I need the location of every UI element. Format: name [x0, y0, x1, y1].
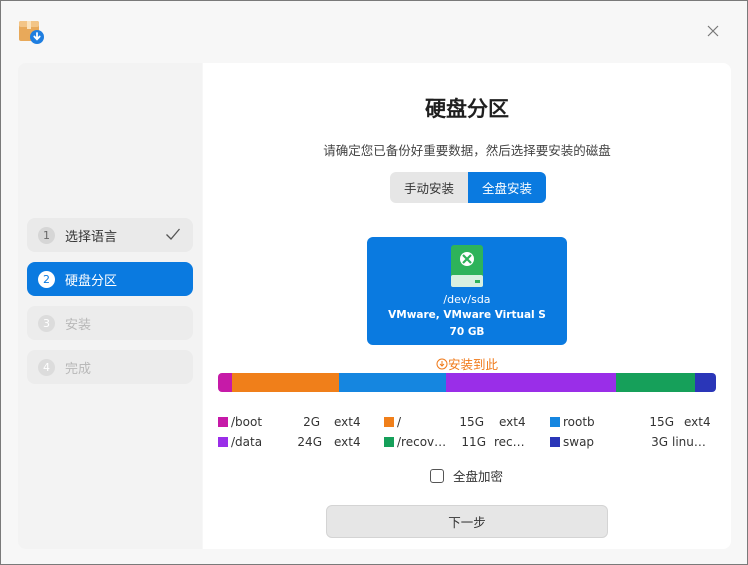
installer-package-icon — [19, 21, 44, 44]
step-label: 硬盘分区 — [65, 273, 118, 289]
encrypt-checkbox[interactable] — [430, 468, 444, 483]
step-label: 完成 — [65, 361, 92, 377]
legend-item: /data — [218, 433, 262, 451]
partition-name: /recov… — [397, 435, 447, 449]
encrypt-label: 全盘加密 — [453, 469, 504, 484]
partition-name: /boot — [231, 415, 263, 429]
partition-size: 11G — [461, 435, 486, 449]
legend-row: /boot 2G ext4 / 15G ext4 rootb 15G ext4 — [218, 413, 718, 431]
partition-segment — [338, 373, 446, 392]
legend-swatch — [218, 437, 228, 447]
partition-fs: linu… — [672, 435, 706, 449]
partition-size: 15G — [649, 415, 674, 429]
disk-card-sda[interactable]: /dev/sda VMware, VMware Virtual S 70 GB — [367, 237, 567, 345]
partition-bar — [218, 373, 716, 392]
step-label: 安装 — [65, 317, 92, 333]
legend-row: /data 24G ext4 /recov… 11G rec… swap 3G … — [218, 433, 718, 451]
partition-fs: rec… — [494, 435, 525, 449]
legend-swatch — [550, 417, 560, 427]
partition-size: 2G — [303, 415, 320, 429]
title-bar — [1, 1, 747, 61]
step-sidebar: 1 选择语言 2 硬盘分区 3 安装 4 完成 — [18, 63, 202, 549]
partition-name: / — [397, 415, 402, 429]
partition-name: rootb — [563, 415, 595, 429]
install-mode-switch: 手动安装 全盘安装 — [390, 172, 546, 203]
step-select-language[interactable]: 1 选择语言 — [27, 218, 193, 252]
checkmark-icon — [166, 228, 180, 240]
step-number: 3 — [38, 314, 55, 332]
partition-segment — [218, 373, 233, 392]
full-disk-install-tab[interactable]: 全盘安装 — [468, 172, 546, 203]
disk-size: 70 GB — [449, 326, 485, 338]
legend-item: /recov… — [384, 433, 446, 451]
step-disk-partition[interactable]: 2 硬盘分区 — [27, 262, 193, 296]
step-install: 3 安装 — [27, 306, 193, 340]
close-icon — [707, 25, 719, 37]
partition-size: 24G — [297, 435, 322, 449]
partition-segment — [232, 373, 339, 392]
step-label: 选择语言 — [65, 229, 118, 245]
install-here-text: 安装到此 — [447, 357, 498, 372]
partition-segment — [694, 373, 716, 392]
close-button[interactable] — [703, 21, 723, 41]
step-finish: 4 完成 — [27, 350, 193, 384]
legend-swatch — [550, 437, 560, 447]
legend-item: /boot — [218, 413, 262, 431]
partition-fs: ext4 — [334, 435, 361, 449]
step-number: 2 — [38, 270, 55, 288]
hard-disk-icon — [451, 245, 483, 287]
legend-item: rootb — [550, 413, 595, 431]
partition-size: 3G — [651, 435, 668, 449]
install-arrow-icon — [436, 358, 448, 370]
next-step-button[interactable]: 下一步 — [326, 505, 608, 538]
legend-swatch — [384, 437, 394, 447]
legend-swatch — [384, 417, 394, 427]
partition-name: swap — [563, 435, 595, 449]
partition-fs: ext4 — [684, 415, 711, 429]
installer-window: 1 选择语言 2 硬盘分区 3 安装 4 完成 硬盘分区 请确定您已备份好重要数… — [0, 0, 748, 565]
full-disk-encryption: 全盘加密 — [430, 466, 503, 485]
legend-item: swap — [550, 433, 594, 451]
partition-name: /data — [231, 435, 263, 449]
legend-swatch — [218, 417, 228, 427]
partition-segment — [616, 373, 695, 392]
step-number: 1 — [38, 226, 55, 244]
partition-panel: 硬盘分区 请确定您已备份好重要数据，然后选择要安装的磁盘 手动安装 全盘安装 /… — [203, 63, 731, 549]
page-title: 硬盘分区 — [425, 97, 509, 121]
page-subtitle: 请确定您已备份好重要数据，然后选择要安装的磁盘 — [323, 143, 611, 158]
legend-item: / — [384, 413, 401, 431]
partition-fs: ext4 — [334, 415, 361, 429]
partition-segment — [445, 373, 617, 392]
disk-path: /dev/sda — [443, 293, 491, 306]
partition-size: 15G — [459, 415, 484, 429]
partition-fs: ext4 — [499, 415, 526, 429]
step-number: 4 — [38, 358, 55, 376]
disk-model: VMware, VMware Virtual S — [388, 309, 546, 321]
install-here-label: 安装到此 — [203, 354, 731, 373]
manual-install-tab[interactable]: 手动安装 — [390, 172, 468, 203]
